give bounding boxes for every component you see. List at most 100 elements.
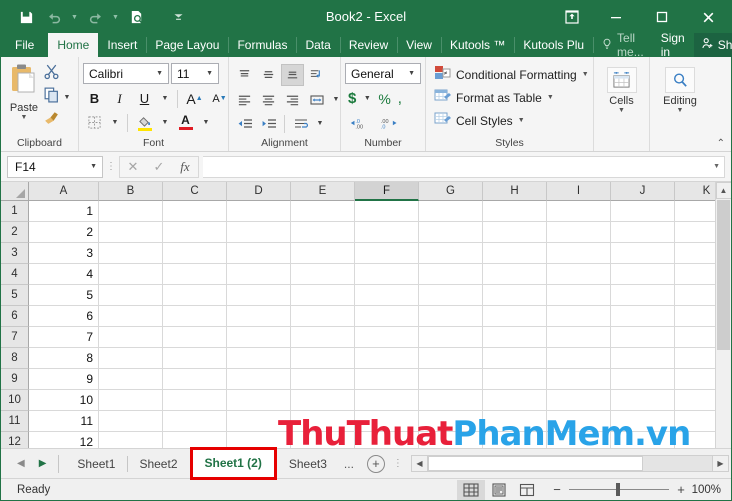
grid-cell-C6[interactable]: [163, 306, 227, 327]
grid-cell-J6[interactable]: [611, 306, 675, 327]
grid-cell-C2[interactable]: [163, 222, 227, 243]
grid-cell-E2[interactable]: [291, 222, 355, 243]
column-header-h[interactable]: H: [483, 182, 547, 201]
grid-cell-G8[interactable]: [419, 348, 483, 369]
undo-icon[interactable]: [41, 5, 67, 29]
font-size-combo[interactable]: 11 ▼: [171, 63, 219, 84]
grid-cell-J5[interactable]: [611, 285, 675, 306]
grid-cell-K7[interactable]: [675, 327, 715, 348]
borders-button[interactable]: [83, 112, 106, 134]
grid-cell-I12[interactable]: [547, 432, 611, 448]
grid-cell-A7[interactable]: 7: [29, 327, 99, 348]
grid-cell-C11[interactable]: [163, 411, 227, 432]
row-header[interactable]: 9: [1, 369, 29, 390]
italic-button[interactable]: I: [108, 88, 131, 110]
grid-cell-F6[interactable]: [355, 306, 419, 327]
paste-dropdown-icon[interactable]: ▼: [21, 114, 28, 122]
format-as-table-button[interactable]: Format as Table ▼: [430, 86, 558, 109]
tab-insert[interactable]: Insert: [98, 33, 146, 57]
grid-cell-C12[interactable]: [163, 432, 227, 448]
row-header[interactable]: 3: [1, 243, 29, 264]
grid-cell-A12[interactable]: 12: [29, 432, 99, 448]
grid-cell-C3[interactable]: [163, 243, 227, 264]
grid-cell-F3[interactable]: [355, 243, 419, 264]
grid-cell-G4[interactable]: [419, 264, 483, 285]
font-color-dropdown-icon[interactable]: ▼: [199, 112, 213, 134]
grid-cell-B10[interactable]: [99, 390, 163, 411]
grid-cell-J10[interactable]: [611, 390, 675, 411]
grid-cell-E10[interactable]: [291, 390, 355, 411]
undo-dropdown-icon[interactable]: ▼: [69, 5, 80, 29]
grid-cell-B9[interactable]: [99, 369, 163, 390]
font-color-button[interactable]: A: [174, 112, 197, 134]
grid-cell-F4[interactable]: [355, 264, 419, 285]
align-right-button[interactable]: [281, 89, 304, 111]
grid-cell-I9[interactable]: [547, 369, 611, 390]
font-size-dropdown-icon[interactable]: ▼: [203, 70, 216, 77]
normal-view-icon[interactable]: [457, 479, 485, 500]
underline-dropdown-icon[interactable]: ▼: [158, 88, 172, 110]
grid-cell-A5[interactable]: 5: [29, 285, 99, 306]
grid-cell-B6[interactable]: [99, 306, 163, 327]
grid-cell-H7[interactable]: [483, 327, 547, 348]
accounting-dropdown-icon[interactable]: ▼: [360, 88, 374, 110]
grid-cell-F7[interactable]: [355, 327, 419, 348]
tab-view[interactable]: View: [397, 33, 441, 57]
grid-cell-H5[interactable]: [483, 285, 547, 306]
redo-icon[interactable]: [82, 5, 108, 29]
vertical-scrollbar[interactable]: ▲: [715, 182, 731, 448]
select-all-button[interactable]: [1, 182, 29, 201]
grid-cell-B5[interactable]: [99, 285, 163, 306]
grid-cell-I10[interactable]: [547, 390, 611, 411]
grid-cell-G12[interactable]: [419, 432, 483, 448]
grid-cell-H1[interactable]: [483, 201, 547, 222]
name-box-dropdown-icon[interactable]: ▼: [90, 163, 99, 170]
formula-bar-grip[interactable]: ⋮: [103, 162, 119, 172]
grid-cell-K5[interactable]: [675, 285, 715, 306]
grid-cell-K1[interactable]: [675, 201, 715, 222]
number-format-combo[interactable]: General ▼: [345, 63, 421, 84]
grid-cell-I5[interactable]: [547, 285, 611, 306]
editing-dropdown-icon[interactable]: ▼: [677, 107, 684, 115]
grid-cell-D9[interactable]: [227, 369, 291, 390]
grid-cell-K3[interactable]: [675, 243, 715, 264]
grid-cell-B12[interactable]: [99, 432, 163, 448]
sheet-tab-sheet2[interactable]: Sheet2: [127, 453, 189, 475]
column-header-i[interactable]: I: [547, 182, 611, 201]
grid-cell-A6[interactable]: 6: [29, 306, 99, 327]
grid-cell-H2[interactable]: [483, 222, 547, 243]
number-format-dropdown-icon[interactable]: ▼: [405, 70, 418, 77]
grid-cell-A2[interactable]: 2: [29, 222, 99, 243]
grid-cell-K9[interactable]: [675, 369, 715, 390]
add-sheet-button[interactable]: +: [366, 454, 385, 473]
grid-cell-D7[interactable]: [227, 327, 291, 348]
copy-button[interactable]: ▼: [43, 86, 74, 108]
grid-cell-F9[interactable]: [355, 369, 419, 390]
zoom-slider-track[interactable]: [569, 483, 669, 496]
grid-cell-H11[interactable]: [483, 411, 547, 432]
grid-cell-A1[interactable]: 1: [29, 201, 99, 222]
tab-page-layout[interactable]: Page Layou: [146, 33, 228, 57]
grid-cell-D8[interactable]: [227, 348, 291, 369]
column-header-c[interactable]: C: [163, 182, 227, 201]
grid-cell-H6[interactable]: [483, 306, 547, 327]
grid-cell-F5[interactable]: [355, 285, 419, 306]
grid-cell-B4[interactable]: [99, 264, 163, 285]
grid-cell-B7[interactable]: [99, 327, 163, 348]
underline-button[interactable]: U: [133, 88, 156, 110]
grid-cell-C7[interactable]: [163, 327, 227, 348]
column-header-k[interactable]: K: [675, 182, 715, 201]
grid-cell-H12[interactable]: [483, 432, 547, 448]
row-header[interactable]: 1: [1, 201, 29, 222]
grid-cell-K11[interactable]: [675, 411, 715, 432]
grid-cell-H3[interactable]: [483, 243, 547, 264]
grid-cell-C8[interactable]: [163, 348, 227, 369]
grid-cell-J12[interactable]: [611, 432, 675, 448]
tell-me-box[interactable]: Tell me...: [593, 31, 652, 59]
tab-review[interactable]: Review: [339, 33, 397, 57]
fill-color-button[interactable]: [133, 112, 156, 134]
column-header-b[interactable]: B: [99, 182, 163, 201]
tab-data[interactable]: Data: [296, 33, 339, 57]
row-header[interactable]: 2: [1, 222, 29, 243]
sheet-tab-sheet3[interactable]: Sheet3: [277, 453, 339, 475]
